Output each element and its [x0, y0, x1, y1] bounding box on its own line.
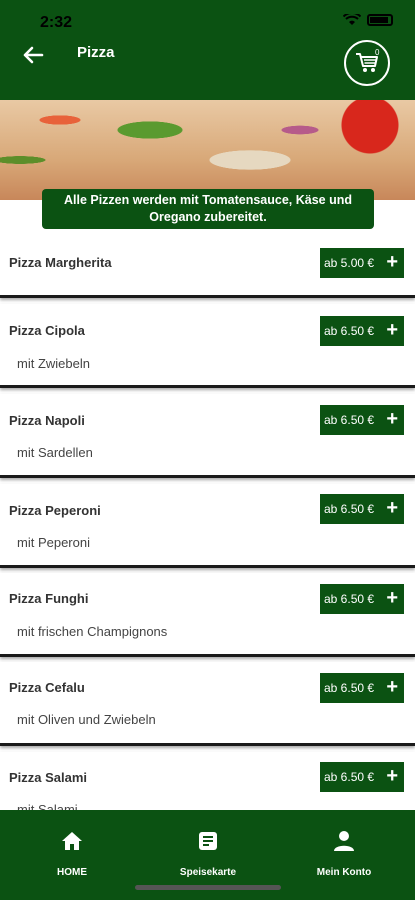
item-price: ab 6.50 €	[324, 413, 375, 427]
nav-mein-konto[interactable]: Mein Konto	[284, 830, 404, 880]
list-item: Pizza Cipola mit Zwiebeln ab 6.50 € +	[0, 304, 415, 388]
item-name: Pizza Peperoni	[9, 503, 101, 518]
item-description: mit Zwiebeln	[17, 356, 90, 371]
item-price: ab 6.50 €	[324, 324, 375, 338]
cart-button[interactable]: 0	[344, 40, 390, 86]
nav-label: Mein Konto	[316, 867, 372, 878]
wifi-icon	[343, 14, 361, 25]
status-time: 2:32	[40, 14, 73, 31]
item-price: ab 6.50 €	[324, 770, 375, 784]
list-item: Pizza Funghi mit frischen Champignons ab…	[0, 573, 415, 657]
user-icon	[334, 831, 354, 851]
page-title: Pizza	[77, 44, 115, 61]
list-item: Pizza Peperoni mit Peperoni ab 6.50 € +	[0, 484, 415, 568]
list-item: Pizza Cefalu mit Oliven und Zwiebeln ab …	[0, 662, 415, 746]
item-description: mit Salami	[17, 802, 78, 810]
status-icons	[343, 14, 393, 26]
nav-label: HOME	[57, 867, 87, 878]
item-description: mit Oliven und Zwiebeln	[17, 712, 156, 727]
add-to-cart-button[interactable]: ab 6.50 € +	[320, 494, 404, 524]
nav-speisekarte[interactable]: Speisekarte	[148, 830, 268, 880]
plus-icon: +	[386, 250, 398, 273]
add-to-cart-button[interactable]: ab 6.50 € +	[320, 673, 404, 703]
nav-home[interactable]: HOME	[12, 830, 132, 880]
pizza-list[interactable]: Pizza Margherita ab 5.00 € + Pizza Cipol…	[0, 238, 415, 810]
plus-icon: +	[386, 675, 398, 698]
add-to-cart-button[interactable]: ab 6.50 € +	[320, 584, 404, 614]
add-to-cart-button[interactable]: ab 6.50 € +	[320, 405, 404, 435]
item-price: ab 6.50 €	[324, 502, 375, 516]
back-arrow-icon[interactable]	[20, 42, 46, 68]
list-item: Pizza Margherita ab 5.00 € +	[0, 238, 415, 298]
list-item: Pizza Napoli mit Sardellen ab 6.50 € +	[0, 394, 415, 478]
add-to-cart-button[interactable]: ab 6.50 € +	[320, 316, 404, 346]
home-indicator	[135, 885, 281, 890]
battery-icon	[367, 14, 393, 26]
add-to-cart-button[interactable]: ab 5.00 € +	[320, 248, 404, 278]
item-name: Pizza Cipola	[9, 323, 85, 338]
home-icon	[62, 832, 82, 850]
item-name: Pizza Funghi	[9, 591, 89, 606]
item-price: ab 5.00 €	[324, 256, 375, 270]
plus-icon: +	[386, 496, 398, 519]
list-item: Pizza Salami mit Salami ab 6.50 € +	[0, 752, 415, 810]
banner-note: Alle Pizzen werden mit Tomatensauce, Käs…	[42, 189, 374, 229]
menu-card-icon	[199, 832, 217, 850]
add-to-cart-button[interactable]: ab 6.50 € +	[320, 762, 404, 792]
plus-icon: +	[386, 318, 398, 341]
category-banner-image	[0, 100, 415, 200]
item-description: mit frischen Champignons	[17, 624, 168, 639]
plus-icon: +	[386, 586, 398, 609]
item-name: Pizza Margherita	[9, 255, 112, 270]
item-description: mit Sardellen	[17, 445, 93, 460]
item-price: ab 6.50 €	[324, 681, 375, 695]
item-description: mit Peperoni	[17, 535, 90, 550]
nav-label: Speisekarte	[179, 867, 237, 878]
item-name: Pizza Salami	[9, 770, 88, 785]
item-price: ab 6.50 €	[324, 592, 375, 606]
item-name: Pizza Cefalu	[9, 680, 85, 695]
plus-icon: +	[386, 764, 398, 787]
cart-count-badge: 0	[375, 48, 380, 57]
item-name: Pizza Napoli	[9, 413, 85, 428]
app-header: 2:32 Pizza 0	[0, 0, 415, 100]
plus-icon: +	[386, 407, 398, 430]
